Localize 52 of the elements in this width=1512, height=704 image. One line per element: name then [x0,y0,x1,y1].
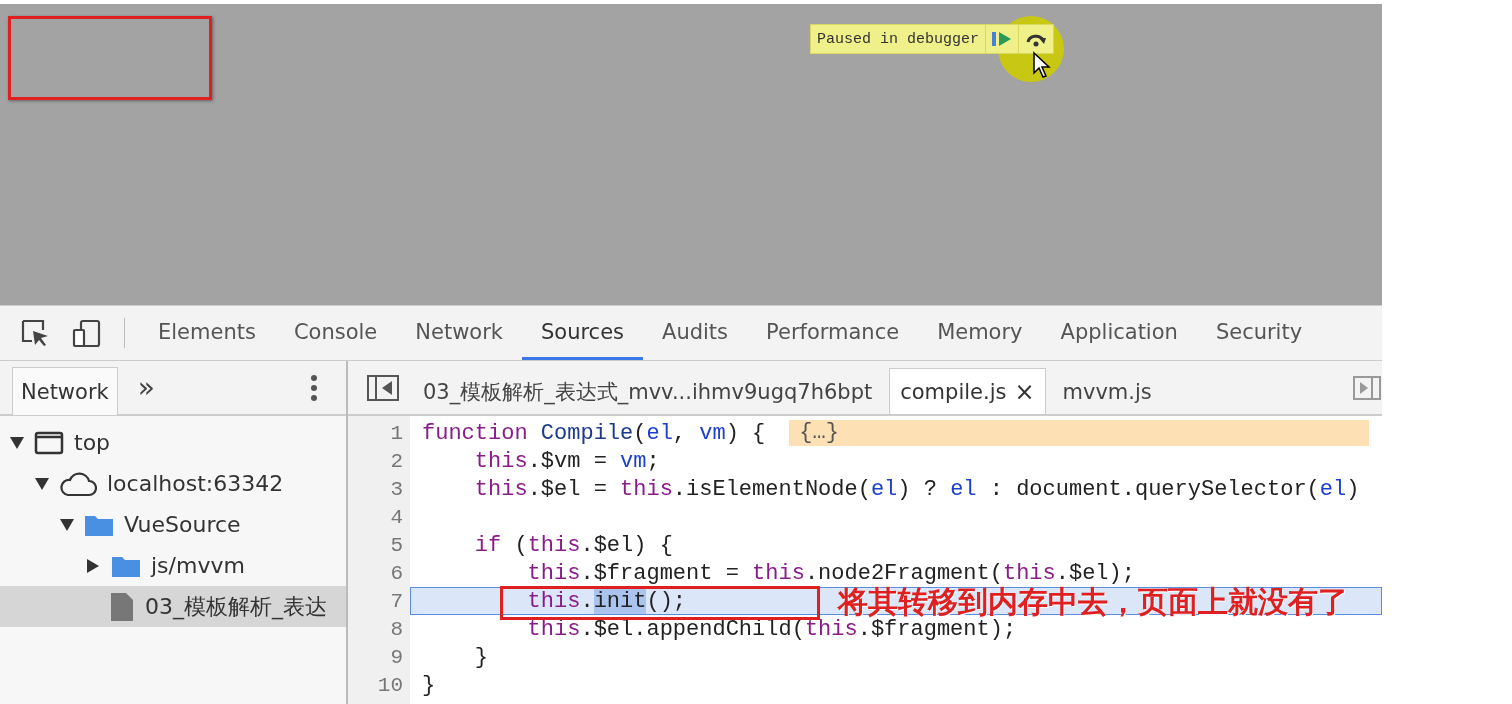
expand-arrow-icon[interactable] [35,477,49,490]
file-icon [109,591,135,622]
line-number: 7 [389,589,403,613]
expand-arrow-icon[interactable] [10,436,24,449]
code-line: } [422,672,436,698]
file-tab[interactable]: 03_模板解析_表达式_mvv...ihmv9ugq7h6bpt [412,368,884,414]
code-line: this.$el = this.isElementNode(el) ? el : document.querySelector(el) [473,476,1360,502]
devtools-tab[interactable]: Application [1041,306,1197,360]
file-tab[interactable]: compile.js × [889,368,1046,414]
menu-icon[interactable] [310,373,318,402]
line-number: 10 [376,673,403,697]
devtools-tab[interactable]: Memory [918,306,1042,360]
file-tab[interactable]: mvvm.js [1051,368,1163,414]
toggle-debugger-icon[interactable] [1352,375,1382,401]
device-toolbar-icon[interactable] [72,318,102,348]
code-line: this.init(); [526,588,687,614]
devtools-tab[interactable]: Performance [747,306,919,360]
tree-item[interactable]: js/mvvm [151,553,245,578]
cloud-icon [59,470,97,497]
line-number: 8 [389,617,403,641]
code-line: this.$vm = vm; [473,448,660,474]
devtools-tab[interactable]: Elements [139,306,275,360]
mouse-cursor-icon [1032,51,1052,79]
tree-item[interactable]: top [74,430,111,455]
code-line: if (this.$el) { [473,532,673,558]
inspect-element-icon[interactable] [20,318,50,348]
devtools-tab[interactable]: Sources [521,306,644,360]
collapse-arrow-icon[interactable] [87,558,99,573]
code-line: } [473,644,488,670]
inline-value: {…} [789,420,1370,446]
devtools-tab[interactable]: Console [274,306,397,360]
line-number: 6 [389,561,403,585]
line-number: 3 [389,477,403,501]
devtools-tab[interactable]: Security [1196,306,1322,360]
devtools-tab[interactable]: Network [396,306,522,360]
line-number: 4 [389,505,403,529]
code-line: function Compile(el, vm) { [422,420,766,446]
line-number: 9 [389,645,403,669]
annotation-text: 将其转移到内存中去，页面上就没有了 [838,584,1348,619]
tree-item[interactable]: VueSource [124,512,241,537]
banner-text: Paused in debugger [816,30,981,48]
devtools-tab[interactable]: Audits [643,306,748,360]
window-icon [34,430,64,455]
navigator-tab[interactable]: Network [12,367,118,415]
code-line: this.$fragment = this.node2Fragment(this.$el); [526,560,1135,586]
more-tabs-button[interactable]: » [131,371,161,404]
tree-item[interactable]: localhost:63342 [107,471,284,496]
line-number: 5 [389,533,403,557]
line-number: 1 [389,421,403,445]
toggle-navigator-icon[interactable] [366,374,400,402]
line-number: 2 [389,449,403,473]
close-tab-button[interactable]: × [1014,377,1035,406]
